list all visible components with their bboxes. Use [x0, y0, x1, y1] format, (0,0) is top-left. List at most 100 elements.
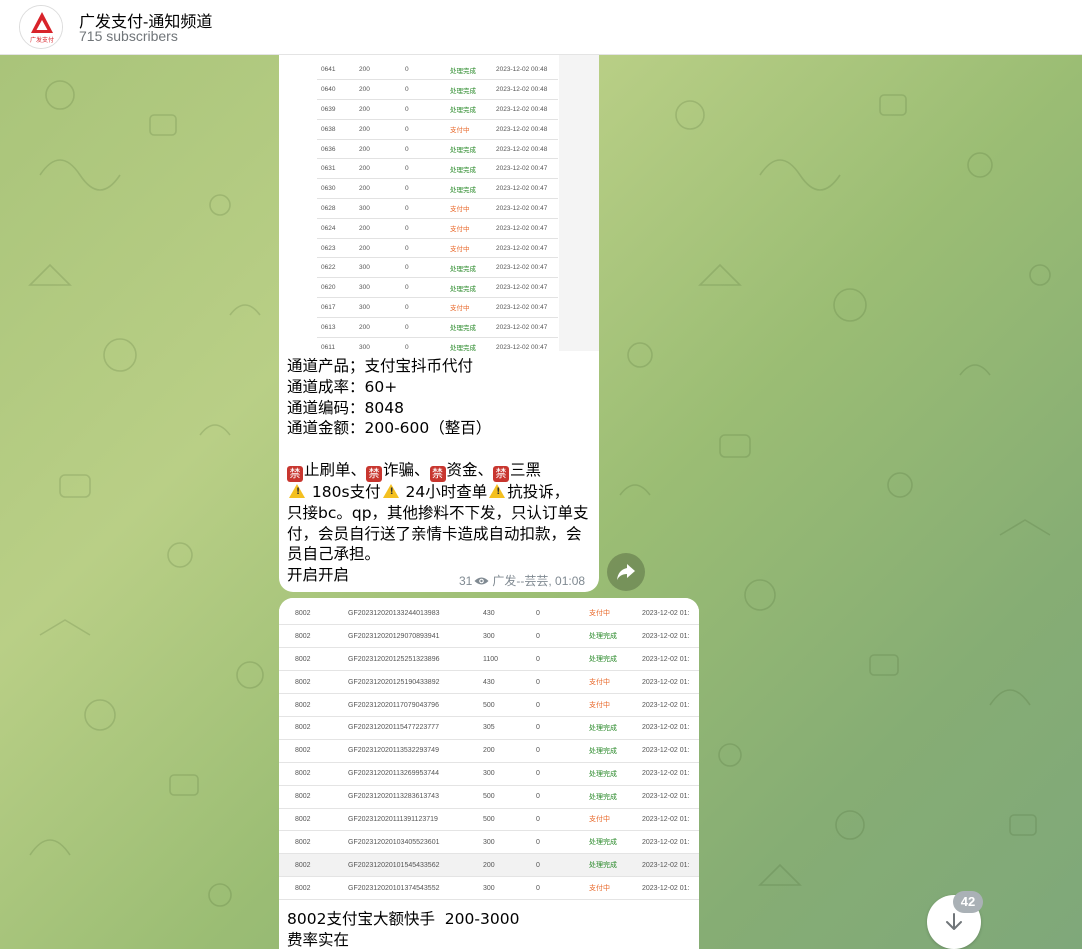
table-cell: 0628 [317, 198, 359, 219]
table-cell: 0620 [317, 277, 359, 299]
table-cell: 0640 [317, 79, 359, 101]
table-cell: 300 [359, 257, 405, 279]
table-row: 8002 GF202312020111391123719 500 0 支付中 2023-1… [279, 808, 699, 832]
table-cell: 0631 [317, 158, 359, 180]
table-cell: 300 [483, 762, 536, 786]
table-cell: 500 [483, 693, 536, 717]
table-row: 0622 300 0 处理完成 2023-12-02 00:47 [317, 257, 558, 279]
table-cell: 0 [405, 218, 450, 239]
table-cell: 2023-12-02 01: [642, 624, 699, 649]
table-cell: 处理完成 [589, 853, 642, 878]
table-row: 0639 200 0 处理完成 2023-12-02 00:48 [317, 99, 558, 120]
table-cell: 200 [359, 119, 405, 140]
table-cell: 300 [483, 624, 536, 649]
table-cell: 0 [405, 337, 450, 351]
table-cell: 0 [536, 853, 589, 878]
table-cell: 300 [483, 876, 536, 901]
channel-avatar[interactable]: 广发支付 [19, 5, 63, 49]
table-cell: GF202312020103405523601 [348, 830, 483, 855]
table-cell: 处理完成 [450, 337, 496, 351]
table-row: 0631 200 0 处理完成 2023-12-02 00:47 [317, 158, 558, 180]
table-row: 8002 GF202312020113269953744 300 0 处理完成 2023-… [279, 762, 699, 786]
table-cell: 8002 [279, 739, 348, 763]
table-cell: 300 [359, 277, 405, 299]
table-cell: 支付中 [589, 693, 642, 717]
table-cell: 200 [359, 79, 405, 101]
table-cell: 0 [405, 238, 450, 259]
table-cell: 500 [483, 808, 536, 832]
table-cell: 0 [405, 60, 450, 81]
table-cell: 处理完成 [450, 158, 496, 180]
table-cell: 8002 [279, 716, 348, 740]
table-cell: 200 [359, 60, 405, 81]
table-cell: GF202312020113283613743 [348, 785, 483, 809]
table-cell: 2023-12-02 00:47 [496, 158, 558, 180]
table-cell: 8002 [279, 808, 348, 832]
table-cell: 2023-12-02 01: [642, 602, 699, 626]
table-cell: 处理完成 [450, 277, 496, 299]
table-cell: 0 [536, 693, 589, 717]
table-cell: 支付中 [450, 297, 496, 318]
table-cell: 2023-12-02 00:48 [496, 119, 558, 140]
table-cell: 0 [405, 139, 450, 160]
table-cell: 2023-12-02 00:48 [496, 139, 558, 160]
table-cell: 2023-12-02 00:47 [496, 198, 558, 219]
table-cell: 支付中 [450, 218, 496, 239]
table-cell: 8002 [279, 785, 348, 809]
table-cell: 0 [536, 762, 589, 786]
message-bubble[interactable]: 8002 GF202312020133244013983 430 0 支付中 2023-1… [279, 598, 699, 949]
table-cell: 1100 [483, 647, 536, 672]
table-cell: 0 [405, 178, 450, 200]
chat-header[interactable]: 广发支付 广发支付-通知频道 715 subscribers [0, 0, 1082, 55]
message-photo[interactable]: 0641 200 0 处理完成 2023-12-02 00:48 0640 200 0 处理完成… [279, 55, 599, 351]
message-text: 8002支付宝大额快手 200-3000 费率实在 [287, 910, 520, 949]
share-button[interactable] [607, 553, 645, 591]
table-cell: 支付中 [589, 876, 642, 901]
table-row: 8002 GF202312020113283613743 500 0 处理完成 2023-… [279, 785, 699, 809]
table-row: 0638 200 0 支付中 2023-12-02 00:48 [317, 119, 558, 140]
table-cell: 0 [536, 670, 589, 695]
table-row: 0630 200 0 处理完成 2023-12-02 00:47 [317, 178, 558, 200]
table-cell: 处理完成 [450, 139, 496, 160]
table-cell: 300 [483, 830, 536, 855]
table-cell: 2023-12-02 00:47 [496, 277, 558, 299]
no-entry-emoji: 禁 [366, 465, 383, 482]
arrow-down-icon [946, 913, 962, 930]
table-cell: 0 [536, 602, 589, 626]
table-cell: 2023-12-02 00:47 [496, 178, 558, 200]
message-bubble[interactable]: 0641 200 0 处理完成 2023-12-02 00:48 0640 200 0 处理完成… [279, 55, 599, 592]
no-entry-emoji: 禁 [429, 465, 446, 482]
table-cell: GF202312020133244013983 [348, 602, 483, 626]
table-row: 0623 200 0 支付中 2023-12-02 00:47 [317, 238, 558, 259]
table-cell: 8002 [279, 693, 348, 717]
table-cell: 处理完成 [589, 647, 642, 672]
table-cell: 0 [405, 79, 450, 101]
table-cell: 0 [405, 158, 450, 180]
table-cell: 8002 [279, 647, 348, 672]
table-cell: 8002 [279, 670, 348, 695]
table-cell: 支付中 [450, 198, 496, 219]
message-photo[interactable]: 8002 GF202312020133244013983 430 0 支付中 2023-1… [279, 598, 699, 901]
table-cell: 处理完成 [450, 257, 496, 279]
no-entry-emoji: 禁 [287, 465, 303, 482]
table-cell: 2023-12-02 01: [642, 830, 699, 855]
table-row: 0611 300 0 处理完成 2023-12-02 00:47 [317, 337, 558, 351]
view-count: 31 [459, 574, 473, 588]
table-cell: 200 [359, 178, 405, 200]
table-cell: 2023-12-02 01: [642, 739, 699, 763]
eye-icon [474, 577, 489, 585]
table-cell: 300 [359, 297, 405, 318]
table-cell: GF202312020125251323896 [348, 647, 483, 672]
table-cell: GF202312020117079043796 [348, 693, 483, 717]
table-row: 8002 GF202312020117079043796 500 0 支付中 2023-1… [279, 693, 699, 717]
table-cell: 0 [405, 99, 450, 120]
table-cell: 支付中 [589, 808, 642, 832]
table-cell: GF202312020129070893941 [348, 624, 483, 649]
table-cell: 300 [359, 337, 405, 351]
table-cell: 200 [359, 317, 405, 338]
table-cell: 2023-12-02 00:47 [496, 297, 558, 318]
table-cell: 430 [483, 670, 536, 695]
table-cell: 0 [405, 119, 450, 140]
table-cell: 0624 [317, 218, 359, 239]
table-row: 8002 GF202312020133244013983 430 0 支付中 2023-1… [279, 602, 699, 626]
